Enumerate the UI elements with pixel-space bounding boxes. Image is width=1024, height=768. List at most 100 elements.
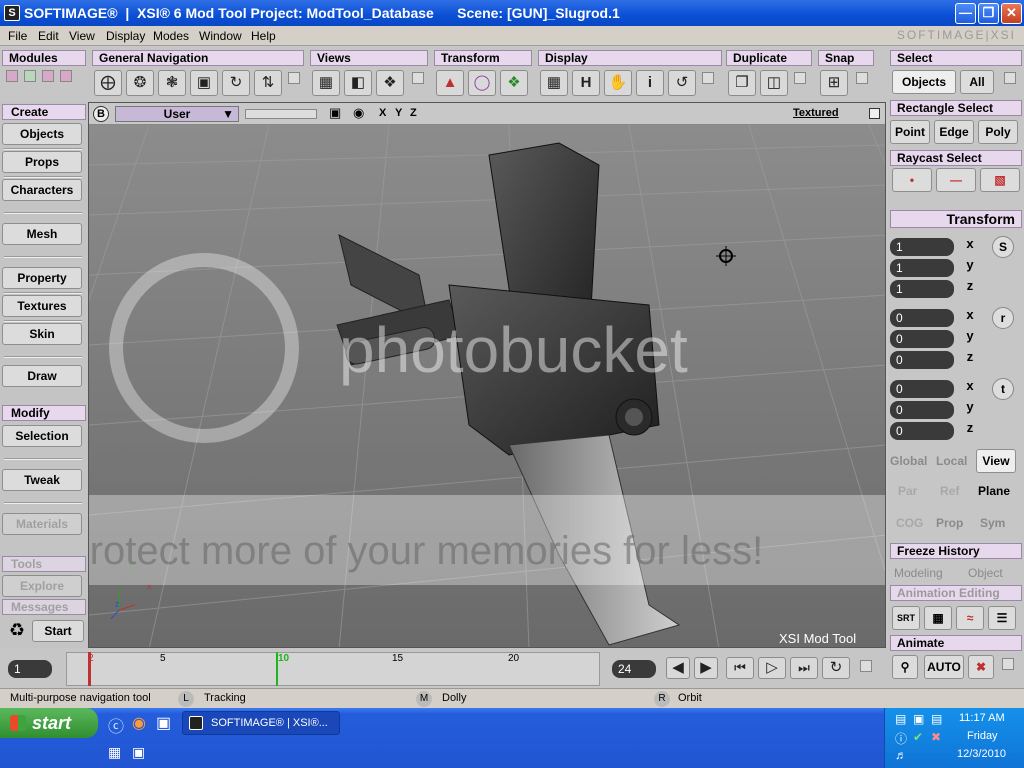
viewport-b-button[interactable]: B [93,106,109,122]
menu-file[interactable]: File [8,29,27,43]
hand-icon[interactable]: ✋ [604,70,632,96]
camera-dropdown[interactable]: User ▼ [115,106,239,122]
render-tree-icon[interactable]: ❖ [376,70,404,96]
toolbar-modules-header[interactable]: Modules [2,50,86,66]
quicklaunch-icon[interactable]: ▣ [156,713,171,733]
translate-mode-button[interactable]: t [992,378,1014,400]
close-button[interactable]: ✕ [1001,3,1022,24]
key-icon[interactable]: ⚲ [892,655,918,679]
start-frame-field[interactable]: 1 [8,660,52,678]
toolbar-menu-icon[interactable] [794,72,806,84]
explorer-icon[interactable]: ◧ [344,70,372,96]
raycast-point-icon[interactable]: • [892,168,932,192]
point-button[interactable]: Point [890,120,930,144]
create-draw-button[interactable]: Draw [2,365,82,387]
security-icon[interactable]: ✔ [913,730,923,744]
cog-button[interactable]: COG [896,516,923,530]
play-backward-icon[interactable]: ◀ [666,657,690,679]
messages-header[interactable]: Messages [2,599,86,615]
end-frame-field[interactable]: 24 [612,660,656,678]
duplicate-icon[interactable]: ❐ [728,70,756,96]
raycast-poly-icon[interactable]: ▧ [980,168,1020,192]
toolbar-menu-icon[interactable] [856,72,868,84]
walk-icon[interactable]: ❂ [126,70,154,96]
menu-window[interactable]: Window [199,29,242,43]
curve-icon[interactable]: ≈ [956,606,984,630]
ref-button[interactable]: Ref [940,484,959,498]
layers-icon[interactable]: ☰ [988,606,1016,630]
modify-selection-button[interactable]: Selection [2,425,82,447]
scale-y-field[interactable]: 1 [890,259,954,277]
window-icon[interactable]: ▣ [132,744,145,761]
toolbar-display-header[interactable]: Display [538,50,722,66]
scale-x-field[interactable]: 1 [890,238,954,256]
transform-header[interactable]: Transform [890,210,1022,228]
rotate-icon[interactable]: ◯ [468,70,496,96]
prop-button[interactable]: Prop [936,516,963,530]
navigation-icon[interactable]: ⨁ [94,70,122,96]
raycast-select-header[interactable]: Raycast Select [890,150,1022,166]
axis-z-button[interactable]: Z [410,107,417,119]
firefox-icon[interactable]: ◉ [132,713,146,733]
refresh-icon[interactable]: ↺ [668,70,696,96]
module-swatch-icon[interactable] [60,70,72,82]
create-skin-button[interactable]: Skin [2,323,82,345]
create-props-button[interactable]: Props [2,151,82,173]
animate-header[interactable]: Animate [890,635,1022,651]
remove-key-icon[interactable]: ✖ [968,655,994,679]
animation-editing-header[interactable]: Animation Editing [890,585,1022,601]
taskbar-softimage-button[interactable]: SOFTIMAGE® | XSI®... [182,711,340,735]
module-swatch-icon[interactable] [24,70,36,82]
view-button[interactable]: View [976,449,1016,473]
scale-mode-button[interactable]: S [992,236,1014,258]
toolbar-menu-icon[interactable] [288,72,300,84]
minimize-button[interactable]: — [955,3,976,24]
modify-header[interactable]: Modify [2,405,86,421]
toolbar-snap-header[interactable]: Snap [818,50,874,66]
rectangle-select-header[interactable]: Rectangle Select [890,100,1022,116]
zoom-icon[interactable]: ⇅ [254,70,282,96]
rotate-x-field[interactable]: 0 [890,309,954,327]
toolbar-menu-icon[interactable] [412,72,424,84]
rotate-z-field[interactable]: 0 [890,351,954,369]
create-property-button[interactable]: Property [2,267,82,289]
schematic-icon[interactable]: ▦ [312,70,340,96]
select-all-button[interactable]: All [960,70,994,94]
menu-modes[interactable]: Modes [153,29,189,43]
desktop-icon[interactable]: ▦ [108,744,121,761]
tool-icon[interactable]: ♻ [4,620,30,642]
raycast-edge-icon[interactable]: — [936,168,976,192]
plane-button[interactable]: Plane [978,484,1010,498]
create-objects-button[interactable]: Objects [2,123,82,145]
select-header[interactable]: Select [890,50,1022,66]
viewport[interactable]: B User ▼ ▣ ◉ X Y Z Textured y x z XSI Mo… [88,102,886,648]
view-slots[interactable] [245,109,317,119]
eye-icon[interactable]: ◉ [353,105,364,121]
ie-icon[interactable]: ⓒ [108,713,124,737]
network-icon[interactable]: ▤ [895,712,906,726]
menu-display[interactable]: Display [106,29,145,43]
orbit-icon[interactable]: ↻ [222,70,250,96]
object-button[interactable]: Object [968,566,1003,580]
toolbar-duplicate-header[interactable]: Duplicate [726,50,812,66]
explore-button[interactable]: Explore [2,575,82,597]
camera-icon[interactable]: ▣ [329,105,341,121]
hide-icon[interactable]: H [572,70,600,96]
srt-button[interactable]: SRT [892,606,920,630]
auto-key-button[interactable]: AUTO [924,655,964,679]
toolbar-menu-icon[interactable] [702,72,714,84]
monitor-icon[interactable]: ▣ [913,712,924,726]
fly-icon[interactable]: ❃ [158,70,186,96]
create-mesh-button[interactable]: Mesh [2,223,82,245]
poly-button[interactable]: Poly [978,120,1018,144]
animate-menu-icon[interactable] [1002,658,1014,670]
maximize-view-icon[interactable] [869,108,880,119]
grid-icon[interactable]: ▦ [540,70,568,96]
module-swatch-icon[interactable] [42,70,54,82]
modeling-button[interactable]: Modeling [894,566,943,580]
timeline-track[interactable] [66,652,600,686]
translate-z-field[interactable]: 0 [890,422,954,440]
translate-x-field[interactable]: 0 [890,380,954,398]
translate-icon[interactable]: ❖ [500,70,528,96]
modify-materials-button[interactable]: Materials [2,513,82,535]
